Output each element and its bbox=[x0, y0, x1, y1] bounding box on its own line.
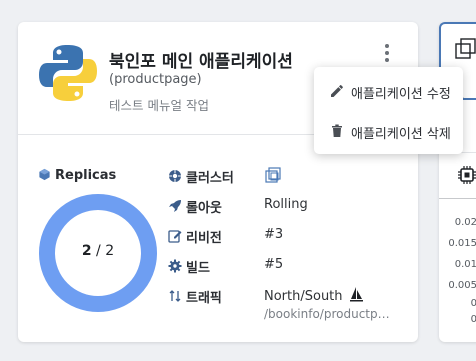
y-tick: 0.015 bbox=[448, 238, 476, 249]
app-title: 북인포 메인 애플리케이션 bbox=[109, 52, 293, 72]
replicas-total: 2 bbox=[105, 243, 115, 259]
sail-icon bbox=[349, 287, 363, 302]
traffic-arrows-icon bbox=[169, 290, 181, 302]
traffic-direction: North/South bbox=[264, 289, 343, 304]
divider bbox=[439, 198, 476, 199]
detail-label-rollout: 롤아웃 bbox=[186, 201, 222, 216]
cluster-icon bbox=[169, 170, 181, 182]
y-tick: 0 bbox=[470, 298, 476, 309]
traffic-path[interactable]: /bookinfo/productpage bbox=[264, 307, 394, 321]
edit-application-menu-item[interactable]: 애플리케이션 수정 bbox=[314, 74, 463, 108]
cpu-chip-icon[interactable] bbox=[457, 165, 476, 185]
pencil-icon bbox=[331, 85, 343, 97]
replicas-count: 2 / 2 bbox=[38, 243, 158, 259]
rocket-icon bbox=[169, 200, 181, 212]
cluster-link-icon[interactable] bbox=[264, 166, 284, 186]
app-context-menu: 애플리케이션 수정 애플리케이션 삭제 bbox=[314, 67, 463, 154]
detail-value-rollout: Rolling bbox=[264, 197, 308, 212]
edit-icon bbox=[168, 230, 182, 243]
gear-icon bbox=[168, 259, 182, 273]
y-tick: 0 bbox=[470, 314, 476, 325]
detail-value-build: #5 bbox=[264, 257, 284, 272]
replicas-separator: / bbox=[96, 243, 101, 259]
detail-label-traffic: 트래픽 bbox=[186, 291, 222, 306]
delete-application-label: 애플리케이션 삭제 bbox=[351, 127, 451, 142]
delete-application-menu-item[interactable]: 애플리케이션 삭제 bbox=[314, 114, 463, 148]
cluster-icon bbox=[455, 38, 476, 59]
detail-label-build: 빌드 bbox=[186, 261, 210, 276]
python-logo-icon bbox=[39, 45, 97, 101]
detail-label-revision: 리비전 bbox=[186, 231, 222, 246]
y-tick: 0.005 bbox=[448, 280, 476, 291]
detail-label-cluster: 클러스터 bbox=[186, 171, 234, 186]
y-tick: 0.01 bbox=[454, 259, 476, 270]
y-tick: 0.02 bbox=[454, 217, 476, 228]
replicas-label: Replicas bbox=[55, 168, 117, 183]
replicas-heading: Replicas bbox=[38, 168, 116, 183]
detail-value-traffic: North/South bbox=[264, 287, 363, 304]
app-description: 테스트 메뉴얼 작업 bbox=[109, 98, 209, 113]
trash-icon bbox=[332, 124, 342, 137]
cube-icon bbox=[39, 168, 50, 181]
detail-value-revision: #3 bbox=[264, 227, 284, 242]
edit-application-label: 애플리케이션 수정 bbox=[351, 87, 451, 102]
kebab-menu-icon[interactable] bbox=[380, 42, 394, 66]
replicas-current: 2 bbox=[81, 243, 92, 259]
app-name: (productpage) bbox=[109, 72, 202, 87]
